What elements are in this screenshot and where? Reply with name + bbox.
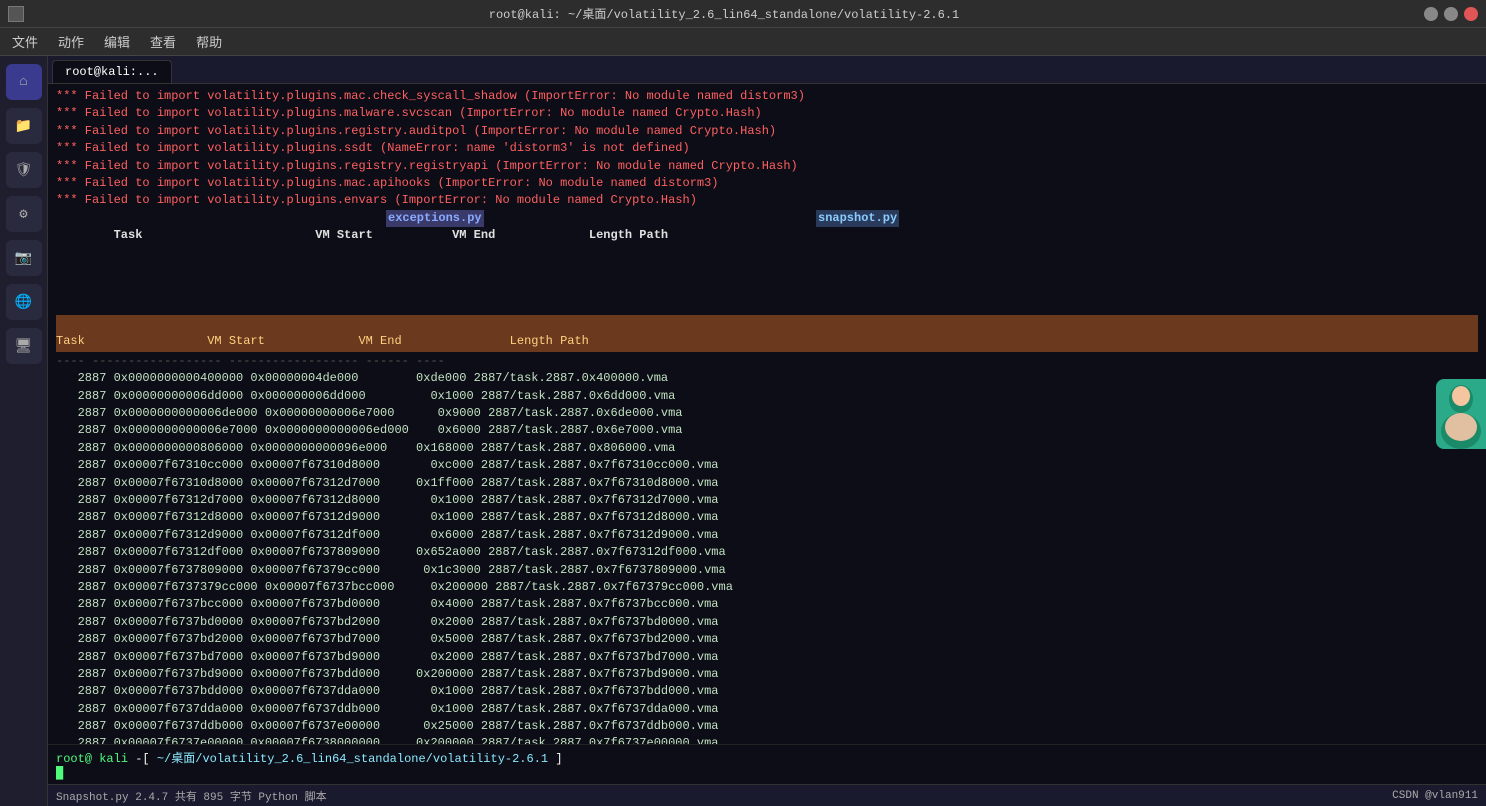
- column-header-row: Task VM Start VM End Length Path: [56, 315, 1478, 352]
- data-row-20: 2887 0x00007f6737ddb000 0x00007f6737e000…: [56, 718, 1478, 735]
- sidebar-settings-icon[interactable]: ⚙: [6, 196, 42, 232]
- data-row-19: 2887 0x00007f6737dda000 0x00007f6737ddb0…: [56, 701, 1478, 718]
- sidebar-monitor-icon[interactable]: 🖥: [6, 328, 42, 364]
- prompt-user: root@: [56, 752, 92, 766]
- main-layout: ⌂ 📁 🛡 ⚙ 📷 🌐 🖥 root@kali:... *** Failed t…: [0, 56, 1486, 806]
- data-row-9: 2887 0x00007f67312d9000 0x00007f67312df0…: [56, 527, 1478, 544]
- tab-bar: root@kali:...: [48, 56, 1486, 84]
- sidebar-home-icon[interactable]: ⌂: [6, 64, 42, 100]
- close-button[interactable]: [1464, 7, 1478, 21]
- header-task-label: Task VM Start VM End Length Path: [114, 228, 669, 242]
- menu-file[interactable]: 文件: [4, 30, 46, 53]
- data-row-11: 2887 0x00007f6737809000 0x00007f67379cc0…: [56, 562, 1478, 579]
- data-row-8: 2887 0x00007f67312d8000 0x00007f67312d90…: [56, 509, 1478, 526]
- data-row-6: 2887 0x00007f67310d8000 0x00007f67312d70…: [56, 475, 1478, 492]
- error-line-3: *** Failed to import volatility.plugins.…: [56, 140, 1478, 157]
- minimize-button[interactable]: [1424, 7, 1438, 21]
- data-row-18: 2887 0x00007f6737bdd000 0x00007f6737dda0…: [56, 683, 1478, 700]
- statusbar-left: Snapshot.py 2.4.7 共有 895 字节 Python 脚本: [56, 788, 327, 804]
- data-row-14: 2887 0x00007f6737bd0000 0x00007f6737bd20…: [56, 614, 1478, 631]
- menu-edit[interactable]: 编辑: [96, 30, 138, 53]
- snapshot-highlight: snapshot.py: [816, 210, 899, 227]
- data-row-0: 2887 0x0000000000400000 0x00000004de000 …: [56, 370, 1478, 387]
- sidebar-network-icon[interactable]: 🌐: [6, 284, 42, 320]
- window-title: root@kali: ~/桌面/volatility_2.6_lin64_sta…: [24, 5, 1424, 22]
- table-header-line: Task VM Start VM End Length Path excepti…: [56, 210, 1478, 314]
- terminal-output: *** Failed to import volatility.plugins.…: [48, 84, 1486, 744]
- terminal[interactable]: root@kali:... *** Failed to import volat…: [48, 56, 1486, 806]
- sidebar-folder-icon[interactable]: 📁: [6, 108, 42, 144]
- menubar: 文件 动作 编辑 查看 帮助: [0, 28, 1486, 56]
- data-row-21: 2887 0x00007f6737e00000 0x00007f67380000…: [56, 735, 1478, 744]
- menu-help[interactable]: 帮助: [188, 30, 230, 53]
- data-row-13: 2887 0x00007f6737bcc000 0x00007f6737bd00…: [56, 596, 1478, 613]
- data-row-17: 2887 0x00007f6737bd9000 0x00007f6737bdd0…: [56, 666, 1478, 683]
- error-line-0: *** Failed to import volatility.plugins.…: [56, 88, 1478, 105]
- data-row-10: 2887 0x00007f67312df000 0x00007f67378090…: [56, 544, 1478, 561]
- data-row-7: 2887 0x00007f67312d7000 0x00007f67312d80…: [56, 492, 1478, 509]
- data-row-2: 2887 0x0000000000006de000 0x00000000006e…: [56, 405, 1478, 422]
- sidebar: ⌂ 📁 🛡 ⚙ 📷 🌐 🖥: [0, 56, 48, 806]
- prompt-close-bracket: ]: [555, 752, 562, 766]
- error-line-1: *** Failed to import volatility.plugins.…: [56, 105, 1478, 122]
- terminal-tab-0[interactable]: root@kali:...: [52, 60, 172, 83]
- statusbar: Snapshot.py 2.4.7 共有 895 字节 Python 脚本 CS…: [48, 784, 1486, 806]
- titlebar: root@kali: ~/桌面/volatility_2.6_lin64_sta…: [0, 0, 1486, 28]
- maximize-button[interactable]: [1444, 7, 1458, 21]
- float-avatar: [1436, 379, 1486, 449]
- separator-line: ---- ------------------ ----------------…: [56, 353, 1478, 370]
- exceptions-highlight: exceptions.py: [386, 210, 484, 227]
- error-line-6: *** Failed to import volatility.plugins.…: [56, 192, 1478, 209]
- data-row-16: 2887 0x00007f6737bd7000 0x00007f6737bd90…: [56, 649, 1478, 666]
- win-icon: [8, 6, 24, 22]
- error-line-5: *** Failed to import volatility.plugins.…: [56, 175, 1478, 192]
- prompt-path: ~/桌面/volatility_2.6_lin64_standalone/vol…: [157, 752, 548, 766]
- prompt-cursor: █: [56, 766, 63, 780]
- data-row-1: 2887 0x00000000006dd000 0x000000006dd000…: [56, 388, 1478, 405]
- error-line-4: *** Failed to import volatility.plugins.…: [56, 158, 1478, 175]
- window-controls[interactable]: [1424, 7, 1478, 21]
- menu-view[interactable]: 查看: [142, 30, 184, 53]
- menu-action[interactable]: 动作: [50, 30, 92, 53]
- data-row-3: 2887 0x0000000000006e7000 0x000000000000…: [56, 422, 1478, 439]
- prompt-area[interactable]: root@ kali -[ ~/桌面/volatility_2.6_lin64_…: [48, 744, 1486, 784]
- prompt-host: kali: [99, 752, 128, 766]
- sidebar-camera-icon[interactable]: 📷: [6, 240, 42, 276]
- data-row-12: 2887 0x00007f6737379cc000 0x00007f6737bc…: [56, 579, 1478, 596]
- data-row-15: 2887 0x00007f6737bd2000 0x00007f6737bd70…: [56, 631, 1478, 648]
- data-row-5: 2887 0x00007f67310cc000 0x00007f67310d80…: [56, 457, 1478, 474]
- sidebar-shield-icon[interactable]: 🛡: [6, 152, 42, 188]
- statusbar-right: CSDN @vlan911: [1392, 790, 1478, 802]
- data-row-4: 2887 0x0000000000806000 0x0000000000096e…: [56, 440, 1478, 457]
- error-line-2: *** Failed to import volatility.plugins.…: [56, 123, 1478, 140]
- prompt-separator: -[: [135, 752, 149, 766]
